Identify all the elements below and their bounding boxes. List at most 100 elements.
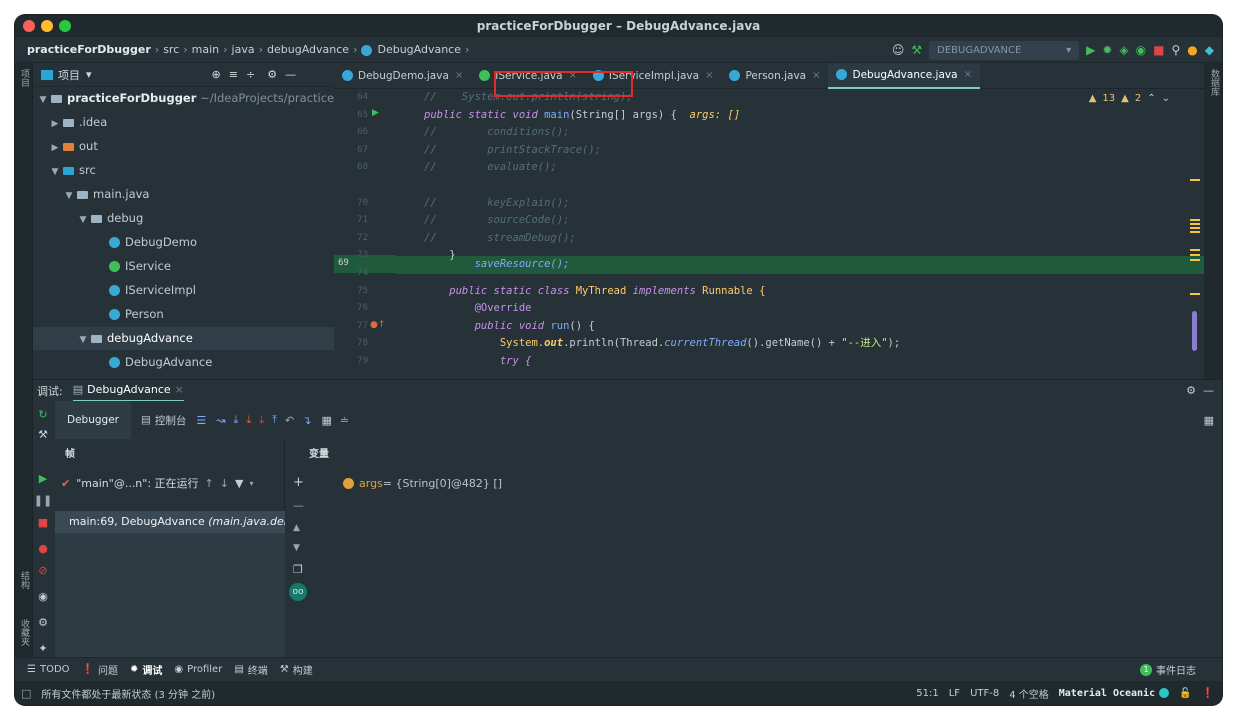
terminal-tool-button[interactable]: ▤ 终端 — [234, 662, 267, 677]
structure-tool-tab[interactable]: 结构 — [18, 571, 31, 589]
line-number-gutter[interactable]: 64 65 66 67 68 69 70 71 72 73 74 75 76 7… — [334, 89, 396, 379]
arrow-down-icon[interactable]: ↓ — [220, 477, 229, 490]
breadcrumb-item-main[interactable]: main — [192, 43, 219, 56]
code-area[interactable]: // System.out.println(string); public st… — [396, 71, 1204, 379]
file-encoding[interactable]: UTF-8 — [970, 688, 999, 699]
stop-icon[interactable]: ■ — [1153, 43, 1164, 57]
lock-icon[interactable]: 🔓 — [1179, 688, 1191, 699]
stop-icon[interactable]: ■ — [36, 515, 50, 529]
gear-icon[interactable]: ⚙ — [267, 68, 277, 81]
coverage-icon[interactable]: ◈ — [1119, 43, 1128, 57]
hide-icon[interactable]: — — [285, 68, 296, 81]
step-into-icon[interactable]: ⤓ — [246, 413, 251, 427]
remove-icon[interactable]: — — [293, 499, 304, 512]
tree-item-debugdemo[interactable]: DebugDemo — [33, 231, 334, 254]
filter-icon[interactable]: ▼ — [235, 477, 243, 490]
tab-console[interactable]: ▤ 控制台 — [141, 413, 186, 428]
close-icon[interactable]: × — [705, 63, 713, 89]
chevron-down-icon[interactable]: ▼ — [77, 209, 89, 232]
inspection-widget[interactable]: ▲ 13 ▲ 2 ⌃ ⌄ — [1089, 93, 1170, 104]
zoom-window-button[interactable] — [59, 20, 71, 32]
bookmarks-tool-tab[interactable]: 收藏夹 — [18, 619, 31, 646]
chevron-down-icon[interactable]: ▾ — [249, 479, 253, 488]
breadcrumb-item-src[interactable]: src — [163, 43, 179, 56]
chevron-down-icon[interactable]: ▼ — [77, 329, 89, 352]
override-gutter-icon[interactable]: ●↑ — [370, 320, 385, 330]
tab-debugger[interactable]: Debugger — [55, 401, 131, 439]
wrench-icon[interactable]: ⚒ — [36, 427, 50, 441]
event-log-button[interactable]: 1 事件日志 — [1140, 662, 1196, 677]
chevron-down-icon[interactable]: ▼ — [63, 185, 75, 208]
problems-tool-button[interactable]: ❗ 问题 — [82, 662, 118, 677]
close-icon[interactable]: × — [964, 63, 972, 88]
gear-icon[interactable]: ⚙ — [1186, 384, 1196, 397]
copy-icon[interactable]: ❐ — [293, 563, 303, 576]
breadcrumb-item-java[interactable]: java — [232, 43, 255, 56]
profile-icon[interactable]: ◉ — [1136, 43, 1146, 57]
tree-item-main-java[interactable]: ▼ main.java — [33, 183, 334, 206]
project-view-select[interactable]: 项目 — [58, 67, 80, 83]
build-tool-button[interactable]: ⚒ 构建 — [280, 662, 313, 677]
tree-item-debugadvance-class[interactable]: DebugAdvance — [33, 351, 334, 374]
hide-icon[interactable]: — — [1203, 384, 1214, 397]
debug-session-tab[interactable]: ▤ DebugAdvance × — [72, 380, 184, 402]
build-hammer-icon[interactable]: ⚒ — [911, 43, 922, 57]
thread-selector[interactable]: ✔ "main"@...n": 正在运行 ↑ ↓ ▼ ▾ — [61, 475, 281, 491]
step-out-icon[interactable]: ⤒ — [272, 413, 277, 427]
tree-item-src[interactable]: ▼ src — [33, 159, 334, 182]
pin-icon[interactable]: ✦ — [36, 641, 50, 655]
chevron-down-icon[interactable]: ▼ — [37, 89, 49, 112]
previous-highlight-icon[interactable]: ⌃ — [1147, 93, 1155, 104]
menu-icon[interactable]: ☰ — [196, 414, 206, 427]
chevron-right-icon[interactable]: ▶ — [49, 137, 61, 160]
gear-icon[interactable]: ⚙ — [36, 615, 50, 629]
expand-all-icon[interactable]: ≡ — [229, 68, 238, 81]
project-tool-tab[interactable]: 项目 — [18, 69, 31, 87]
tree-item-project-root[interactable]: ▼ practiceForDbugger ~/IdeaProjects/pract… — [33, 87, 334, 110]
tree-item-debug[interactable]: ▼ debug — [33, 207, 334, 230]
tree-item-debugadvance-package[interactable]: ▼ debugAdvance — [33, 327, 334, 350]
close-icon[interactable]: × — [812, 63, 820, 89]
chevron-down-icon[interactable]: ▾ — [86, 68, 92, 81]
run-to-cursor-icon[interactable]: ↴ — [302, 414, 311, 427]
tree-item-out[interactable]: ▶ out — [33, 135, 334, 158]
close-icon[interactable]: × — [455, 63, 463, 89]
rerun-icon[interactable]: ↻ — [36, 407, 50, 421]
mute-breakpoints-icon[interactable]: ⊘ — [36, 563, 50, 577]
close-icon[interactable]: × — [175, 383, 184, 396]
caret-position[interactable]: 51:1 — [916, 688, 938, 699]
breadcrumb-item-class[interactable]: DebugAdvance — [377, 43, 461, 56]
minimize-window-button[interactable] — [41, 20, 53, 32]
step-over-icon[interactable]: ⤓ — [234, 413, 239, 427]
locate-icon[interactable]: ⊕ — [212, 68, 221, 81]
force-step-into-icon[interactable]: ⤓ — [259, 413, 264, 427]
arrow-up-icon[interactable]: ↑ — [205, 477, 214, 490]
pause-icon[interactable]: ❚❚ — [34, 493, 52, 507]
evaluate-expression-icon[interactable]: ▦ — [321, 414, 331, 427]
tab-debugadvance[interactable]: DebugAdvance.java × — [828, 63, 980, 89]
editor-scrollbar[interactable] — [1186, 89, 1204, 379]
window-toggle-icon[interactable]: □ — [21, 687, 31, 700]
user-icon[interactable]: ☺ — [892, 43, 905, 57]
camera-icon[interactable]: ◉ — [36, 589, 50, 603]
plugin-icon[interactable]: ◆ — [1205, 43, 1214, 57]
layout-icon[interactable]: ▦ — [1204, 414, 1214, 427]
show-execution-point-icon[interactable]: ↝ — [216, 414, 225, 427]
glasses-icon[interactable]: oo — [289, 583, 307, 601]
tree-item-iservice[interactable]: IService — [33, 255, 334, 278]
run-gutter-icon[interactable]: ▶ — [372, 108, 379, 118]
drop-frame-icon[interactable]: ↶ — [285, 414, 294, 427]
close-window-button[interactable] — [23, 20, 35, 32]
next-highlight-icon[interactable]: ⌄ — [1162, 93, 1170, 104]
tree-item-idea[interactable]: ▶ .idea — [33, 111, 334, 134]
chevron-down-icon[interactable]: ▼ — [49, 161, 61, 184]
theme-selector[interactable]: Material Oceanic — [1059, 688, 1170, 699]
breadcrumb-item-project[interactable]: practiceForDbugger — [27, 43, 151, 56]
debug-tool-button[interactable]: ✹ 调试 — [130, 662, 162, 677]
add-icon[interactable]: + — [293, 475, 304, 490]
database-tool-tab[interactable]: 数据库 — [1208, 69, 1221, 96]
run-icon[interactable]: ▶ — [1086, 43, 1095, 57]
indent-setting[interactable]: 4 个空格 — [1009, 686, 1049, 701]
profiler-tool-button[interactable]: ◉ Profiler — [174, 664, 222, 675]
tree-item-iserviceimpl[interactable]: IServiceImpl — [33, 279, 334, 302]
